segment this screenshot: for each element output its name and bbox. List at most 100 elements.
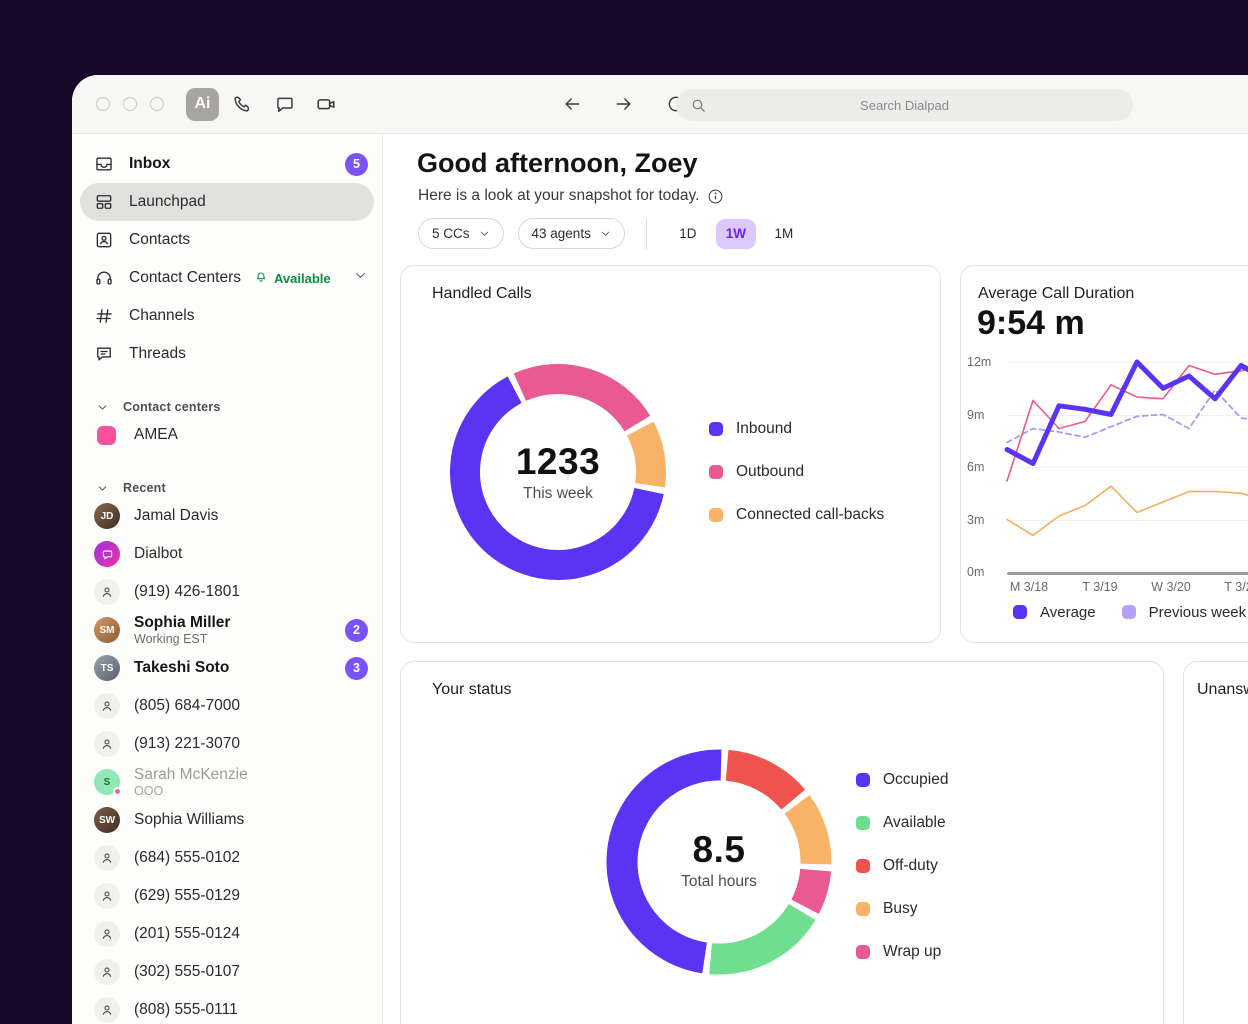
chevron-down-icon[interactable]: [353, 268, 368, 288]
chevron-down-icon: [96, 400, 110, 414]
list-item[interactable]: Dialbot: [72, 535, 382, 573]
list-item[interactable]: (201) 555-0124: [72, 915, 382, 953]
desktop-background: Ai: [0, 0, 1248, 1024]
person-icon: [94, 731, 120, 757]
cc-filter-dropdown[interactable]: 5 CCs: [418, 218, 504, 249]
sidebar-item-threads[interactable]: Threads: [72, 335, 382, 373]
legend-swatch: [856, 859, 870, 873]
legend-item: Wrap up: [856, 930, 948, 973]
window-dot[interactable]: [96, 97, 110, 111]
forward-icon[interactable]: [605, 85, 643, 123]
entry-label: (201) 555-0124: [134, 925, 240, 942]
donut-segment-available: [711, 912, 802, 959]
legend-label: Wrap up: [883, 943, 941, 961]
sidebar-item-label: Channels: [129, 307, 195, 325]
unread-badge: 2: [345, 619, 368, 642]
entry-label: (629) 555-0129: [134, 887, 240, 904]
video-icon[interactable]: [307, 85, 345, 123]
chevron-down-icon: [479, 228, 490, 239]
search-bar[interactable]: [676, 89, 1133, 121]
window-controls[interactable]: [96, 97, 164, 111]
sidebar: Inbox5LaunchpadContactsContact CentersAv…: [72, 134, 383, 1024]
avatar: TS: [94, 655, 120, 681]
legend-swatch: [856, 773, 870, 787]
page-title: Good afternoon, Zoey: [417, 148, 698, 179]
dialbot-avatar: [94, 541, 120, 567]
range-selector: 1D 1W 1M: [668, 219, 804, 249]
list-item[interactable]: (302) 555-0107: [72, 953, 382, 991]
legend-swatch: [856, 945, 870, 959]
back-icon[interactable]: [553, 85, 591, 123]
entry-label: Sarah McKenzie: [134, 766, 248, 783]
headset-icon: [94, 268, 114, 288]
entry-label: Dialbot: [134, 545, 182, 562]
status-dot: [113, 787, 122, 796]
threads-icon: [94, 344, 114, 364]
section-header[interactable]: Recent: [72, 479, 382, 497]
range-option-1m[interactable]: 1M: [764, 219, 804, 249]
range-option-1d[interactable]: 1D: [668, 219, 708, 249]
legend-item: Outbound: [709, 450, 884, 493]
cc-filter-value: 5 CCs: [432, 226, 470, 241]
sidebar-item-inbox[interactable]: Inbox5: [72, 145, 382, 183]
entry-label: Jamal Davis: [134, 507, 218, 524]
list-item[interactable]: SWSophia Williams: [72, 801, 382, 839]
list-item[interactable]: JDJamal Davis: [72, 497, 382, 535]
main-content: Good afternoon, Zoey Here is a look at y…: [384, 134, 1248, 1024]
x-tick-label: T 3/19: [1082, 580, 1117, 594]
legend-label: Occupied: [883, 771, 948, 789]
list-item[interactable]: SSarah McKenzieOOO: [72, 763, 382, 801]
list-item[interactable]: TSTakeshi Soto3: [72, 649, 382, 687]
sidebar-item-contact-centers[interactable]: Contact CentersAvailable: [72, 259, 382, 297]
list-item[interactable]: (808) 555-0111: [72, 991, 382, 1024]
list-item[interactable]: (684) 555-0102: [72, 839, 382, 877]
list-item[interactable]: (913) 221-3070: [72, 725, 382, 763]
legend-swatch: [709, 422, 723, 436]
y-tick-label: 12m: [967, 355, 1001, 369]
availability-status[interactable]: Available: [253, 270, 331, 286]
info-icon[interactable]: [707, 188, 724, 205]
contacts-icon: [94, 230, 114, 250]
window-dot[interactable]: [150, 97, 164, 111]
person-icon: [94, 997, 120, 1023]
handled-calls-card: Handled Calls 1233 This week InboundOutb…: [400, 265, 941, 643]
handled-calls-period: This week: [443, 485, 673, 503]
entry-label: (302) 555-0107: [134, 963, 240, 980]
list-item[interactable]: (629) 555-0129: [72, 877, 382, 915]
legend-swatch: [1122, 605, 1136, 619]
sidebar-item-label: Threads: [129, 345, 186, 363]
agents-filter-dropdown[interactable]: 43 agents: [518, 218, 625, 249]
list-item[interactable]: AMEA: [72, 416, 382, 454]
entry-label: (913) 221-3070: [134, 735, 240, 752]
legend-swatch: [1013, 605, 1027, 619]
phone-icon[interactable]: [223, 85, 261, 123]
person-icon: [94, 693, 120, 719]
sidebar-item-contacts[interactable]: Contacts: [72, 221, 382, 259]
list-item[interactable]: (919) 426-1801: [72, 573, 382, 611]
donut-segment-off-duty: [727, 765, 793, 799]
chat-icon[interactable]: [265, 85, 303, 123]
legend-item: Off-duty: [856, 844, 948, 887]
legend-label: Connected call-backs: [736, 506, 884, 524]
entry-label: Sophia Miller: [134, 614, 230, 631]
line-series-unlabeled-orange: [1007, 486, 1248, 535]
legend-item: Occupied: [856, 758, 948, 801]
filter-divider: [646, 219, 647, 249]
sidebar-item-channels[interactable]: Channels: [72, 297, 382, 335]
legend-item: Available: [856, 801, 948, 844]
list-item[interactable]: (805) 684-7000: [72, 687, 382, 725]
list-item[interactable]: SMSophia MillerWorking EST2: [72, 611, 382, 649]
legend-label: Off-duty: [883, 857, 938, 875]
x-tick-label: T 3/21: [1224, 580, 1248, 594]
avatar: SW: [94, 807, 120, 833]
search-icon: [690, 97, 707, 114]
entry-label: (805) 684-7000: [134, 697, 240, 714]
your-status-card: Your status 8.5 Total hours OccupiedAvai…: [400, 661, 1164, 1024]
bell-icon: [253, 270, 269, 286]
search-input[interactable]: [676, 89, 1133, 121]
person-icon: [94, 579, 120, 605]
section-header[interactable]: Contact centers: [72, 398, 382, 416]
window-dot[interactable]: [123, 97, 137, 111]
sidebar-item-launchpad[interactable]: Launchpad: [80, 183, 374, 221]
range-option-1w[interactable]: 1W: [716, 219, 756, 249]
